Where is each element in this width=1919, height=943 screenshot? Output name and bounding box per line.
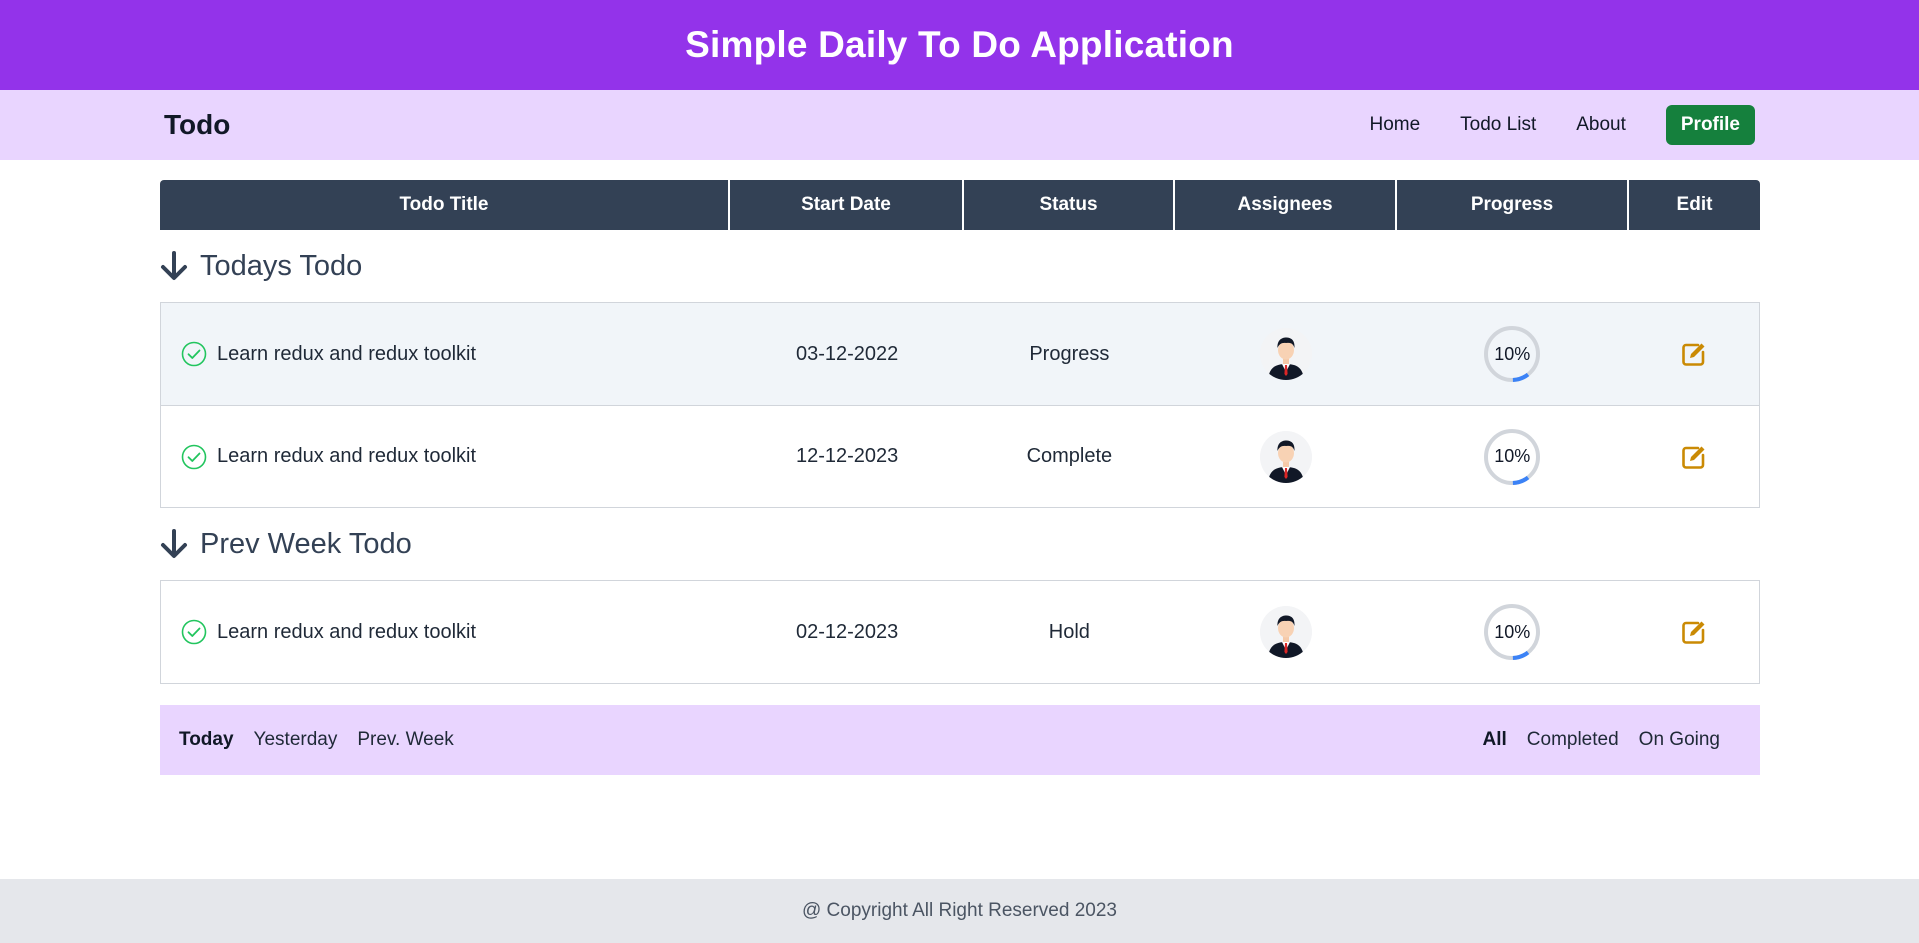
status-text: Progress <box>1029 342 1110 365</box>
todo-container: Todo Title Start Date Status Assignees P… <box>160 180 1760 775</box>
table-header: Todo Title Start Date Status Assignees P… <box>160 180 1760 230</box>
progress-cell: 10% <box>1396 581 1628 683</box>
user-avatar-icon[interactable] <box>1259 328 1312 380</box>
progress-ring: 10% <box>1483 603 1541 661</box>
todo-title: Learn redux and redux toolkit <box>217 342 477 365</box>
todo-title-cell: Learn redux and redux toolkit <box>161 303 730 405</box>
header-status[interactable]: Status <box>964 180 1175 230</box>
section-title-text: Prev Week Todo <box>200 527 412 560</box>
arrow-down-icon <box>160 251 188 281</box>
nav-link-todo-list[interactable]: Todo List <box>1460 114 1536 136</box>
assignee-cell <box>1175 581 1397 683</box>
table-row[interactable]: Learn redux and redux toolkit 02-12-2023 H… <box>161 581 1759 683</box>
filter-today[interactable]: Today <box>179 729 234 751</box>
header-start-date[interactable]: Start Date <box>730 180 964 230</box>
filter-yesterday[interactable]: Yesterday <box>254 729 338 751</box>
status-text: Complete <box>1026 445 1113 467</box>
edit-cell <box>1628 581 1759 683</box>
status-text: Hold <box>1048 620 1090 643</box>
edit-icon[interactable] <box>1680 443 1708 471</box>
filter-prev-week[interactable]: Prev. Week <box>357 729 453 751</box>
user-avatar-icon[interactable] <box>1259 606 1312 658</box>
check-circle-icon[interactable] <box>181 619 207 645</box>
table-row[interactable]: Learn redux and redux toolkit 03-12-2022 P… <box>161 303 1759 405</box>
section-title-text: Todays Todo <box>200 249 363 282</box>
assignee-cell <box>1175 406 1397 507</box>
assignee-cell <box>1175 303 1397 405</box>
app-title: Simple Daily To Do Application <box>685 24 1234 65</box>
table-row[interactable]: Learn redux and redux toolkit 12-12-2023 C… <box>161 405 1759 507</box>
progress-ring: 10% <box>1483 428 1541 486</box>
filter-on-going[interactable]: On Going <box>1639 729 1720 751</box>
nav-links: Home Todo List About Profile <box>1369 105 1755 145</box>
todo-title-cell: Learn redux and redux toolkit <box>161 406 730 507</box>
navbar: Todo Home Todo List About Profile <box>0 90 1919 160</box>
todo-group: Learn redux and redux toolkit 03-12-2022 P… <box>160 302 1760 508</box>
section-title: Todays Todo <box>160 230 1760 302</box>
edit-cell <box>1628 303 1759 405</box>
header-progress[interactable]: Progress <box>1397 180 1629 230</box>
footer: @ Copyright All Right Reserved 2023 <box>0 879 1919 943</box>
progress-label: 10% <box>1494 621 1531 642</box>
todo-title: Learn redux and redux toolkit <box>217 620 477 643</box>
progress-cell: 10% <box>1396 406 1628 507</box>
check-circle-icon[interactable] <box>181 444 207 470</box>
filter-all[interactable]: All <box>1483 729 1507 751</box>
edit-cell <box>1628 406 1759 507</box>
todo-title-cell: Learn redux and redux toolkit <box>161 581 730 683</box>
progress-cell: 10% <box>1396 303 1628 405</box>
app-banner: Simple Daily To Do Application <box>0 0 1919 90</box>
section-title: Prev Week Todo <box>160 508 1760 580</box>
filter-completed[interactable]: Completed <box>1527 729 1619 751</box>
status-filters: All Completed On Going <box>1483 729 1742 751</box>
filter-bar: Today Yesterday Prev. Week All Completed… <box>160 705 1760 775</box>
edit-icon[interactable] <box>1680 340 1708 368</box>
progress-label: 10% <box>1494 343 1531 364</box>
todo-title: Learn redux and redux toolkit <box>217 445 477 467</box>
todo-group: Learn redux and redux toolkit 02-12-2023 H… <box>160 580 1760 684</box>
edit-icon[interactable] <box>1680 618 1708 646</box>
copyright-text: @ Copyright All Right Reserved 2023 <box>801 900 1117 921</box>
nav-link-about[interactable]: About <box>1576 114 1626 136</box>
check-circle-icon[interactable] <box>181 341 207 367</box>
start-date: 02-12-2023 <box>795 620 899 643</box>
progress-ring: 10% <box>1483 325 1541 383</box>
progress-label: 10% <box>1494 446 1531 466</box>
header-assignees[interactable]: Assignees <box>1175 180 1397 230</box>
user-avatar-icon[interactable] <box>1259 430 1312 483</box>
start-date: 03-12-2022 <box>795 342 899 365</box>
nav-link-home[interactable]: Home <box>1369 114 1420 136</box>
start-date: 12-12-2023 <box>795 445 899 467</box>
brand-logo[interactable]: Todo <box>164 109 230 141</box>
todo-sections: Todays Todo Learn redux and redux toolkit… <box>160 230 1760 684</box>
header-todo-title[interactable]: Todo Title <box>160 180 730 230</box>
arrow-down-icon <box>160 529 188 559</box>
profile-button[interactable]: Profile <box>1665 105 1755 145</box>
header-edit[interactable]: Edit <box>1629 180 1760 230</box>
